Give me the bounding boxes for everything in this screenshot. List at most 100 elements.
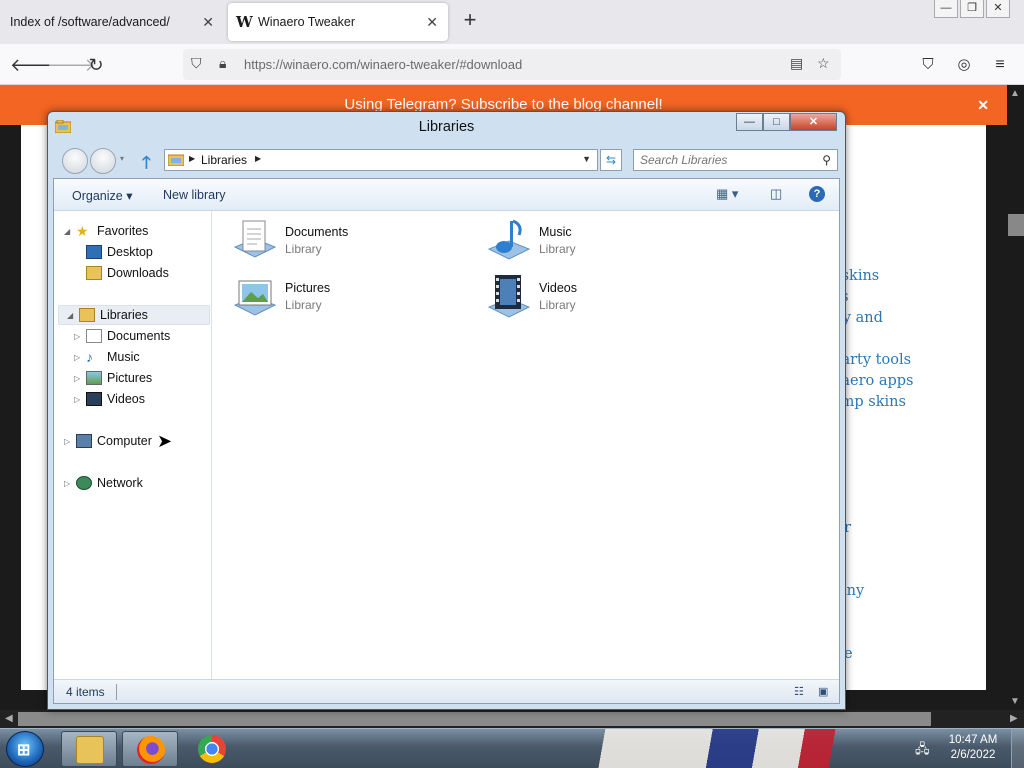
close-icon[interactable]: ✕	[202, 14, 214, 31]
address-bar[interactable]: ▶ Libraries ▶ ▼	[164, 149, 598, 171]
winaero-favicon-icon: W	[236, 13, 253, 31]
address-row: ▾ 🡑 ▶ Libraries ▶ ▼ ⇆ ⚲	[54, 146, 840, 174]
search-box[interactable]: ⚲	[633, 149, 838, 171]
breadcrumb-separator-icon[interactable]: ▶	[189, 154, 195, 163]
nav-pictures[interactable]: ▷ Pictures	[74, 368, 152, 388]
reload-button[interactable]: ↻	[83, 52, 109, 78]
url-bar[interactable]: ⛉ 🔒︎ https://winaero.com/winaero-tweaker…	[183, 49, 841, 80]
collapsed-triangle-icon[interactable]: ▷	[74, 353, 84, 362]
documents-library-icon	[233, 220, 277, 258]
nav-desktop[interactable]: Desktop	[86, 242, 153, 262]
tracking-shield-icon[interactable]: ⛉	[191, 55, 202, 72]
expanded-triangle-icon[interactable]: ◢	[64, 227, 74, 236]
videos-library-icon	[487, 275, 531, 318]
forward-button[interactable]: 🡒	[47, 52, 95, 78]
back-button[interactable]	[62, 148, 88, 174]
show-desktop-button[interactable]	[1011, 729, 1024, 768]
back-button[interactable]: 🡐	[10, 52, 58, 78]
refresh-button[interactable]: ⇆	[600, 149, 622, 171]
tab-strip: Index of /software/advanced/ ✕ W Winaero…	[0, 0, 1024, 44]
nav-label: Videos	[107, 392, 145, 406]
system-clock[interactable]: 10:47 AM 2/6/2022	[942, 733, 1004, 763]
close-window-button[interactable]: ✕	[986, 0, 1010, 18]
up-arrow-icon[interactable]: 🡑	[142, 150, 151, 179]
library-pictures[interactable]: Pictures Library	[231, 273, 471, 323]
expanded-triangle-icon[interactable]: ◢	[67, 311, 77, 320]
vertical-scrollbar[interactable]	[1007, 85, 1024, 710]
windows-logo-icon: ⊞	[17, 742, 31, 759]
network-tray-icon[interactable]: 🖧	[915, 740, 930, 762]
new-library-button[interactable]: New library	[163, 188, 226, 202]
tab-index-software[interactable]: Index of /software/advanced/ ✕	[0, 0, 224, 44]
close-icon[interactable]: ✕	[426, 14, 438, 31]
nav-computer[interactable]: ▷ Computer	[64, 431, 152, 451]
bookmark-star-icon[interactable]: ☆	[817, 55, 830, 72]
forward-button[interactable]	[90, 148, 116, 174]
change-view-icon[interactable]: ▦ ▾	[716, 186, 738, 202]
nav-downloads[interactable]: Downloads	[86, 263, 169, 283]
preview-pane-icon[interactable]: ◫	[770, 186, 782, 202]
start-button[interactable]: ⊞	[6, 731, 44, 767]
library-name: Videos	[539, 281, 577, 295]
search-icon[interactable]: ⚲	[822, 153, 831, 167]
url-text[interactable]: https://winaero.com/winaero-tweaker/#dow…	[244, 57, 522, 72]
collapsed-triangle-icon[interactable]: ▷	[74, 374, 84, 383]
taskbar-explorer-button[interactable]	[61, 731, 117, 767]
nav-label: Downloads	[107, 266, 169, 280]
nav-music[interactable]: ▷ ♪ Music	[74, 347, 140, 367]
nav-videos[interactable]: ▷ Videos	[74, 389, 145, 409]
scroll-down-arrow-icon[interactable]: ▼	[1010, 696, 1020, 707]
taskbar-chrome-button[interactable]	[184, 731, 240, 767]
large-icons-view-icon[interactable]: ▣	[818, 685, 828, 698]
tab-winaero-tweaker[interactable]: W Winaero Tweaker ✕	[228, 3, 448, 41]
horizontal-scroll-thumb[interactable]	[18, 712, 931, 726]
library-music[interactable]: Music Library	[485, 217, 725, 267]
account-icon[interactable]: ◎	[951, 52, 977, 78]
nav-label: Desktop	[107, 245, 153, 259]
libraries-window[interactable]: Libraries — □ ✕ ▾ 🡑 ▶ Libraries ▶ ▼ ⇆ ⚲ …	[47, 111, 846, 710]
lock-icon[interactable]: 🔒︎	[219, 55, 226, 72]
breadcrumb-chevron-icon[interactable]: ▶	[255, 154, 261, 163]
reader-view-icon[interactable]: ▤	[790, 55, 803, 72]
nav-documents[interactable]: ▷ Documents	[74, 326, 170, 346]
recent-pages-chevron-icon[interactable]: ▾	[120, 154, 124, 163]
minimize-button[interactable]: —	[736, 113, 763, 131]
scroll-left-arrow-icon[interactable]: ◀	[5, 713, 13, 724]
library-documents[interactable]: Documents Library	[231, 217, 471, 267]
mouse-cursor-icon: ➤	[157, 431, 173, 451]
pictures-library-icon	[233, 280, 277, 316]
restore-button[interactable]: ❐	[960, 0, 984, 18]
menu-icon[interactable]: ≡	[987, 52, 1013, 78]
music-note-icon: ♪	[86, 349, 93, 365]
nav-network[interactable]: ▷ Network	[64, 473, 143, 493]
desktop-icon	[86, 245, 102, 259]
maximize-button[interactable]: □	[763, 113, 790, 131]
collapsed-triangle-icon[interactable]: ▷	[74, 395, 84, 404]
search-input[interactable]	[634, 150, 814, 170]
minimize-button[interactable]: —	[934, 0, 958, 18]
scroll-up-arrow-icon[interactable]: ▲	[1010, 88, 1020, 99]
scroll-right-arrow-icon[interactable]: ▶	[1010, 713, 1018, 724]
collapsed-triangle-icon[interactable]: ▷	[74, 332, 84, 341]
star-icon: ★	[76, 223, 89, 239]
chevron-down-icon[interactable]: ▼	[582, 154, 591, 164]
collapsed-triangle-icon[interactable]: ▷	[64, 479, 74, 488]
close-icon[interactable]: ✕	[977, 85, 989, 125]
music-library-icon	[487, 219, 531, 260]
organize-button[interactable]: Organize ▾	[72, 188, 132, 203]
vertical-scroll-thumb[interactable]	[1008, 214, 1024, 236]
breadcrumb[interactable]: Libraries	[201, 153, 247, 167]
close-window-button[interactable]: ✕	[790, 113, 837, 131]
collapsed-triangle-icon[interactable]: ▷	[64, 437, 74, 446]
help-button[interactable]: ?	[809, 186, 825, 202]
nav-favorites[interactable]: ◢ ★ Favorites	[64, 221, 148, 241]
pocket-icon[interactable]: ⛉	[915, 52, 941, 78]
command-bar: Organize ▾ New library ▦ ▾ ◫ ?	[54, 179, 839, 211]
new-tab-button[interactable]: +	[458, 9, 482, 33]
nav-libraries[interactable]: ◢ Libraries	[58, 305, 210, 325]
taskbar-firefox-button[interactable]	[122, 731, 178, 767]
desktop-wallpaper-peek	[590, 729, 890, 768]
window-caption-buttons: — □ ✕	[736, 113, 837, 131]
library-videos[interactable]: Videos Library	[485, 273, 725, 323]
details-view-icon[interactable]: ☷	[794, 685, 804, 698]
